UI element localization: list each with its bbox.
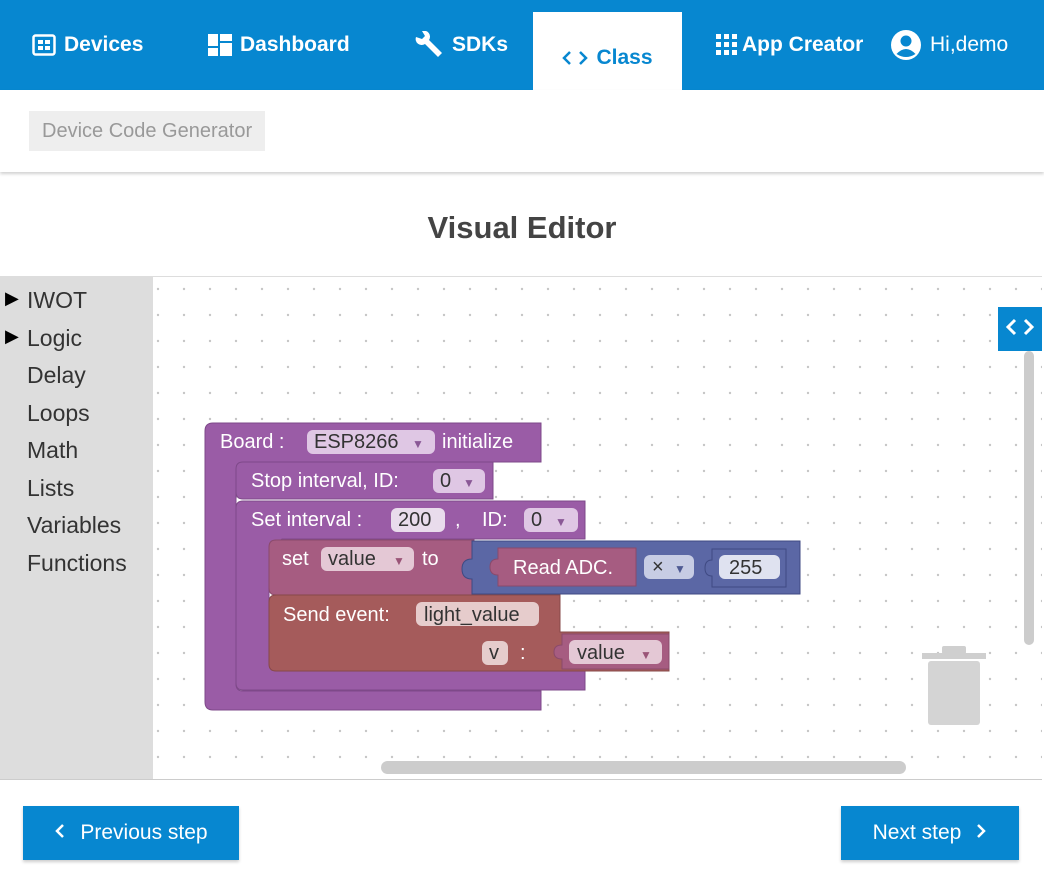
vertical-scrollbar[interactable] bbox=[1024, 351, 1034, 645]
code-view-toggle[interactable] bbox=[998, 307, 1042, 351]
trash-icon[interactable] bbox=[922, 646, 986, 725]
event-name: light_value bbox=[424, 604, 520, 626]
board-value: ESP8266 bbox=[314, 431, 399, 453]
send-event-label: Send event: bbox=[283, 604, 390, 626]
page-title: Visual Editor bbox=[427, 210, 617, 245]
nav-devices[interactable]: Devices bbox=[32, 0, 143, 90]
block-workspace[interactable]: Board : ESP8266 ▼ initialize Stop interv… bbox=[153, 277, 1042, 779]
nav-app-creator-label: App Creator bbox=[742, 33, 864, 56]
nav-app-creator[interactable]: App Creator bbox=[716, 0, 863, 90]
wrench-icon bbox=[414, 31, 444, 59]
dropdown-arrow-icon: ▼ bbox=[640, 648, 652, 662]
nav-devices-label: Devices bbox=[64, 33, 144, 56]
nav-sdks[interactable]: SDKs bbox=[414, 0, 508, 90]
code-icon bbox=[562, 35, 589, 67]
nav-dashboard[interactable]: Dashboard bbox=[208, 0, 350, 90]
dropdown-arrow-icon: ▼ bbox=[463, 476, 475, 490]
toolbox-category-lists[interactable]: Lists bbox=[27, 475, 74, 502]
toolbox-category-variables[interactable]: Variables bbox=[27, 512, 121, 539]
devices-icon bbox=[32, 34, 56, 56]
to-label: to bbox=[422, 548, 439, 570]
set-label: set bbox=[282, 548, 309, 570]
horizontal-scrollbar[interactable] bbox=[381, 761, 906, 774]
user-menu[interactable]: Hi,demo bbox=[890, 0, 1008, 90]
user-greeting: Hi,demo bbox=[930, 33, 1009, 56]
previous-step-label: Previous step bbox=[80, 821, 208, 844]
toolbox-category-loops[interactable]: Loops bbox=[27, 400, 90, 427]
id-label: ID: bbox=[482, 509, 508, 531]
chevron-right-icon bbox=[975, 823, 987, 844]
stop-interval-label: Stop interval, ID: bbox=[251, 470, 399, 492]
nav-sdks-label: SDKs bbox=[452, 33, 509, 56]
toolbox: ▶ IWOT ▶ Logic Delay Loops Math Lists Va… bbox=[0, 277, 153, 779]
expand-arrow-icon[interactable]: ▶ bbox=[5, 288, 19, 309]
dropdown-arrow-icon: ▼ bbox=[412, 437, 424, 451]
code-icon bbox=[1005, 317, 1035, 342]
visual-editor: ▶ IWOT ▶ Logic Delay Loops Math Lists Va… bbox=[0, 276, 1042, 780]
dropdown-arrow-icon: ▼ bbox=[393, 554, 405, 568]
nav-class[interactable]: Class bbox=[533, 12, 682, 90]
param-key: v bbox=[489, 642, 499, 664]
toolbox-category-iwot[interactable]: IWOT bbox=[27, 287, 87, 314]
dropdown-arrow-icon: ▼ bbox=[555, 515, 567, 529]
interval-value: 200 bbox=[398, 509, 431, 531]
breadcrumb[interactable]: Device Code Generator bbox=[29, 111, 266, 151]
toolbox-category-logic[interactable]: Logic bbox=[27, 325, 82, 352]
toolbox-category-delay[interactable]: Delay bbox=[27, 362, 86, 389]
variable-name: value bbox=[328, 548, 376, 570]
interval-id-value: 0 bbox=[531, 509, 542, 531]
user-avatar-icon bbox=[890, 29, 922, 61]
dashboard-icon bbox=[208, 34, 232, 56]
expand-arrow-icon[interactable]: ▶ bbox=[5, 326, 19, 347]
read-adc-label: Read ADC. bbox=[513, 557, 613, 579]
chevron-left-icon bbox=[54, 823, 66, 844]
nav-class-label: Class bbox=[596, 46, 653, 69]
previous-step-button[interactable]: Previous step bbox=[23, 806, 239, 860]
top-nav: Devices Dashboard SDKs Class App Creator… bbox=[0, 0, 1044, 90]
comma-text: , bbox=[455, 509, 461, 531]
operator-symbol: × bbox=[652, 556, 664, 578]
stop-id-value: 0 bbox=[440, 470, 451, 492]
param-value: value bbox=[577, 642, 625, 664]
colon-text: : bbox=[520, 642, 526, 664]
multiplier-value: 255 bbox=[729, 557, 762, 579]
nav-dashboard-label: Dashboard bbox=[240, 33, 350, 56]
next-step-label: Next step bbox=[872, 821, 962, 844]
apps-grid-icon bbox=[716, 34, 738, 56]
dropdown-arrow-icon: ▼ bbox=[674, 562, 686, 576]
initialize-label: initialize bbox=[442, 431, 513, 453]
set-interval-label: Set interval : bbox=[251, 509, 362, 531]
sub-header: Device Code Generator bbox=[0, 90, 1044, 172]
next-step-button[interactable]: Next step bbox=[841, 806, 1019, 860]
toolbox-category-math[interactable]: Math bbox=[27, 437, 78, 464]
board-label: Board : bbox=[220, 431, 284, 453]
toolbox-category-functions[interactable]: Functions bbox=[27, 550, 127, 577]
